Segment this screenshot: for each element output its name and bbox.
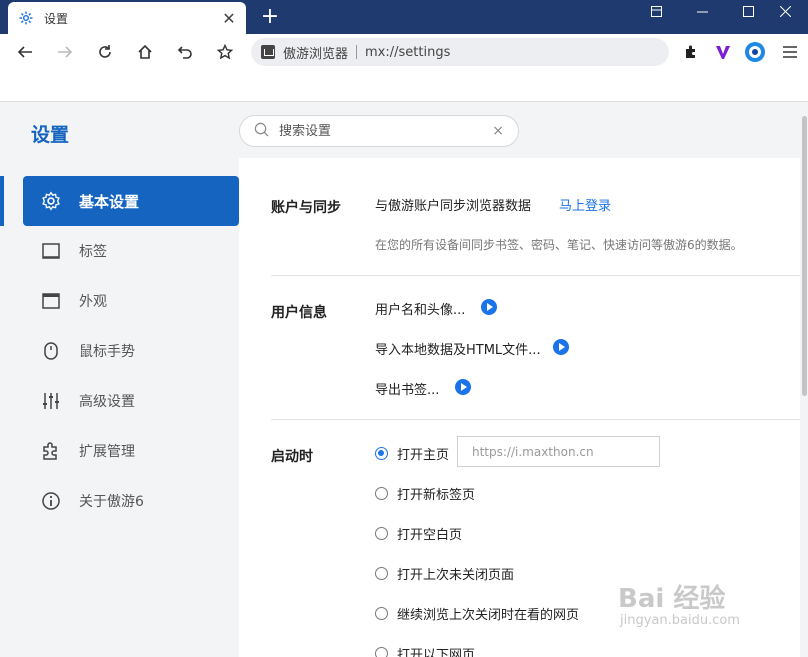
- address-separator: [356, 45, 358, 59]
- sidebar-item-label: 基本设置: [79, 192, 140, 211]
- close-icon[interactable]: ✕: [220, 9, 238, 28]
- window-icon: [39, 289, 63, 313]
- forward-arrow-icon[interactable]: [53, 40, 77, 64]
- sync-text: 与傲游账户同步浏览器数据: [375, 199, 532, 214]
- sidebar-item-label: 外观: [79, 294, 107, 310]
- homepage-url-field[interactable]: [457, 436, 660, 467]
- sync-description: 在您的所有设备间同步书签、密码、笔记、快速访问等傲游6的数据。: [375, 238, 743, 252]
- settings-search[interactable]: ×: [239, 115, 519, 147]
- scrollbar-thumb[interactable]: [802, 116, 807, 396]
- search-input[interactable]: [279, 123, 479, 139]
- active-tab[interactable]: 设置 ✕: [8, 2, 246, 34]
- reload-icon[interactable]: [93, 40, 117, 64]
- sidebar-item-tabs[interactable]: 标签: [23, 226, 239, 276]
- v-extension-icon[interactable]: [711, 40, 735, 64]
- sidebar-active-indicator: [0, 176, 4, 226]
- sidebar-item-appearance[interactable]: 外观: [23, 276, 239, 326]
- radio-label: 打开新标签页: [397, 488, 476, 503]
- radio-label: 打开以下网页: [397, 648, 476, 657]
- sidebar-item-label: 关于傲游6: [79, 494, 144, 510]
- sidebar-item-basic[interactable]: 基本设置: [23, 176, 239, 226]
- section-heading-account: 账户与同步: [271, 200, 341, 216]
- section-heading-startup: 启动时: [271, 449, 313, 465]
- back-arrow-icon[interactable]: [13, 40, 37, 64]
- radio-button[interactable]: [375, 447, 388, 460]
- menu-icon[interactable]: [778, 40, 802, 64]
- tab-icon: [39, 239, 63, 263]
- puzzle-icon: [39, 439, 63, 463]
- undo-close-icon[interactable]: [173, 40, 197, 64]
- mouse-icon: [39, 339, 63, 363]
- sidebar-item-about[interactable]: 关于傲游6: [23, 476, 239, 526]
- radio-button[interactable]: [375, 647, 388, 657]
- startup-option-specific-pages[interactable]: 打开以下网页: [375, 644, 475, 657]
- startup-option-blank[interactable]: 打开空白页: [375, 524, 462, 543]
- sidebar-item-label: 扩展管理: [79, 444, 135, 460]
- radio-button[interactable]: [375, 607, 388, 620]
- section-heading-user-info: 用户信息: [271, 305, 327, 321]
- search-clear-icon[interactable]: ×: [492, 123, 504, 139]
- radio-label: 打开上次未关闭页面: [397, 568, 515, 583]
- play-arrow-icon[interactable]: [481, 299, 497, 315]
- avatar-extension-icon[interactable]: [743, 40, 767, 64]
- import-data-item[interactable]: 导入本地数据及HTML文件...: [375, 339, 541, 358]
- watermark-url: jingyan.baidu.com: [620, 613, 740, 628]
- address-bar[interactable]: 傲游浏览器 mx://settings: [251, 38, 669, 66]
- user-name-avatar-item[interactable]: 用户名和头像...: [375, 299, 465, 318]
- radio-label: 打开空白页: [397, 528, 463, 543]
- play-arrow-icon[interactable]: [455, 379, 471, 395]
- url-text[interactable]: mx://settings: [365, 45, 450, 60]
- section-divider: [271, 275, 800, 276]
- settings-gear-icon: [18, 10, 34, 26]
- minimize-icon[interactable]: [679, 0, 725, 22]
- new-tab-button[interactable]: +: [258, 4, 282, 30]
- home-icon[interactable]: [133, 40, 157, 64]
- page-title: 设置: [31, 124, 70, 146]
- sidebar-item-label: 高级设置: [79, 394, 135, 410]
- sidebar-item-mouse-gestures[interactable]: 鼠标手势: [23, 326, 239, 376]
- info-icon: [39, 489, 63, 513]
- site-name: 傲游浏览器: [283, 46, 349, 62]
- startup-option-restore[interactable]: 打开上次未关闭页面: [375, 564, 514, 583]
- startup-option-homepage[interactable]: 打开主页: [375, 444, 449, 463]
- startup-option-new-tab[interactable]: 打开新标签页: [375, 484, 475, 503]
- extensions-puzzle-icon[interactable]: [679, 40, 703, 64]
- gear-icon: [39, 189, 63, 213]
- sidebar-item-advanced[interactable]: 高级设置: [23, 376, 239, 426]
- radio-button[interactable]: [375, 487, 388, 500]
- radio-button[interactable]: [375, 567, 388, 580]
- export-bookmarks-item[interactable]: 导出书签...: [375, 379, 439, 398]
- title-bar: 设置 ✕ +: [0, 0, 808, 34]
- radio-label: 打开主页: [397, 448, 450, 463]
- sidebar-item-label: 标签: [79, 244, 107, 260]
- radio-button[interactable]: [375, 527, 388, 540]
- search-icon: [254, 122, 269, 141]
- toolbar: 傲游浏览器 mx://settings: [0, 34, 808, 70]
- star-bookmark-icon[interactable]: [213, 40, 237, 64]
- tab-title: 设置: [44, 11, 69, 26]
- restore-tab-icon[interactable]: [633, 0, 679, 22]
- section-divider: [271, 419, 800, 420]
- maxthon-site-icon: [261, 45, 275, 59]
- watermark-logo: Bai 经验: [618, 584, 726, 614]
- baidu-jingyan-watermark: Bai 经验 jingyan.baidu.com: [618, 578, 740, 628]
- sliders-icon: [39, 389, 63, 413]
- radio-label: 继续浏览上次关闭时在看的网页: [397, 608, 580, 623]
- startup-option-continue[interactable]: 继续浏览上次关闭时在看的网页: [375, 604, 579, 623]
- play-arrow-icon[interactable]: [553, 339, 569, 355]
- window-close-icon[interactable]: [762, 0, 808, 22]
- sidebar-item-label: 鼠标手势: [79, 344, 135, 360]
- sidebar-item-extensions[interactable]: 扩展管理: [23, 426, 239, 476]
- login-link[interactable]: 马上登录: [559, 195, 611, 214]
